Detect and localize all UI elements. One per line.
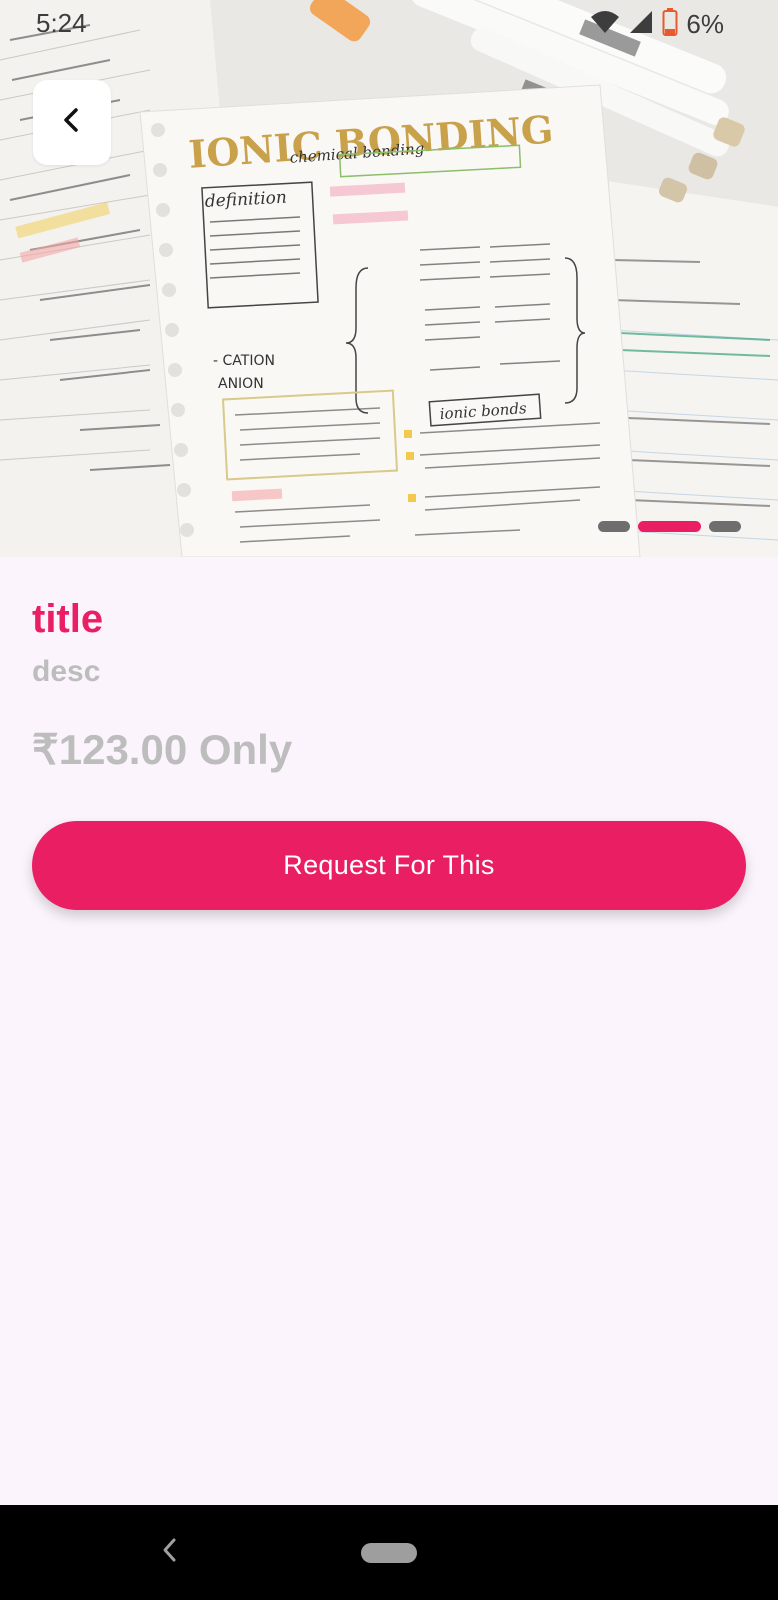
svg-text:ANION: ANION: [218, 376, 264, 392]
status-bar: 5:24 6%: [0, 0, 778, 48]
product-image-carousel[interactable]: IONIC BONDING chemical bonding definitio…: [0, 0, 778, 557]
svg-text:- CATION: - CATION: [213, 353, 275, 369]
product-detail-screen: IONIC BONDING chemical bonding definitio…: [0, 0, 778, 1600]
battery-percent: 6%: [686, 9, 724, 39]
product-price: ₹123.00 Only: [32, 726, 293, 773]
product-title: title: [32, 597, 104, 641]
status-time: 5:24: [36, 8, 87, 38]
carousel-dot-active[interactable]: [638, 521, 701, 532]
battery-icon: [662, 8, 678, 41]
status-icons: 6%: [590, 8, 724, 41]
signal-icon: [628, 9, 654, 40]
system-nav-bar: [0, 1505, 778, 1600]
wifi-icon: [590, 9, 620, 40]
back-button[interactable]: [33, 80, 111, 165]
product-photo: IONIC BONDING chemical bonding definitio…: [0, 0, 778, 557]
nav-back-icon[interactable]: [160, 1535, 182, 1570]
carousel-dot[interactable]: [709, 521, 741, 532]
request-button[interactable]: Request For This: [32, 821, 746, 910]
product-description: desc: [32, 655, 101, 688]
product-details: title desc ₹123.00 Only: [32, 590, 746, 778]
carousel-dot[interactable]: [598, 521, 630, 532]
chevron-left-icon: [61, 107, 83, 138]
carousel-indicators: [598, 521, 741, 532]
nav-home-pill[interactable]: [361, 1543, 417, 1563]
